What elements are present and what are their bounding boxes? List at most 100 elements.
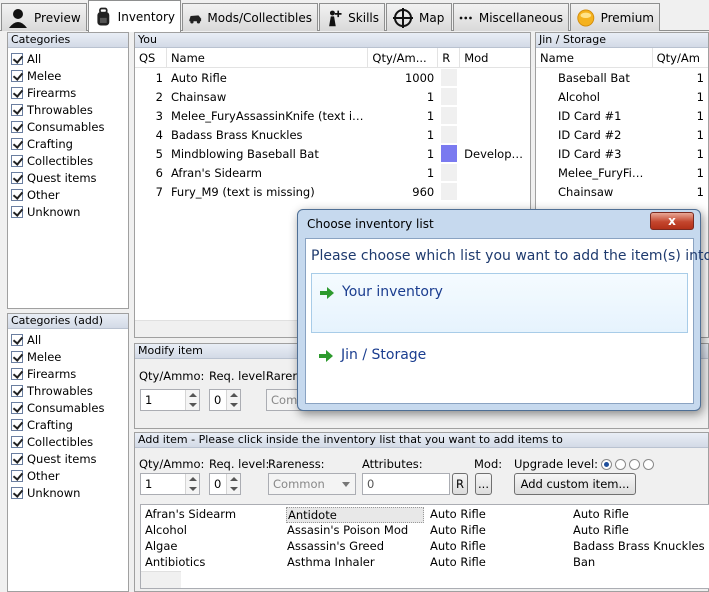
add-list-item[interactable]: Assassin's Greed	[286, 539, 424, 555]
add-list-item[interactable]: Antibiotics	[144, 555, 282, 571]
category-checkbox[interactable]	[11, 205, 23, 218]
category-checkbox[interactable]	[11, 486, 23, 499]
add-list-item[interactable]: Badass Brass Knuckles	[572, 539, 709, 555]
table-row[interactable]: 3 Melee_FuryAssassinKnife (text is ... 1	[135, 106, 530, 125]
dialog-close-button[interactable]: x	[650, 212, 694, 230]
table-row[interactable]: 2 Chainsaw 1	[135, 87, 530, 106]
category-checkbox[interactable]	[11, 350, 23, 363]
upgrade-radio-2[interactable]	[629, 458, 641, 470]
table-row[interactable]: Chainsaw 1	[536, 182, 708, 201]
category-row[interactable]: Collectibles	[11, 152, 125, 169]
table-row[interactable]: 4 Badass Brass Knuckles 1	[135, 125, 530, 144]
category-checkbox[interactable]	[11, 120, 23, 133]
category-checkbox[interactable]	[11, 401, 23, 414]
add-list-item[interactable]: Auto Rifle	[572, 507, 709, 523]
category-row[interactable]: Crafting	[11, 416, 125, 433]
upgrade-radio-3[interactable]	[643, 458, 655, 470]
add-list-item[interactable]: Auto Rifle	[429, 507, 567, 523]
modify-qty-arrows[interactable]	[185, 390, 199, 410]
attributes-field[interactable]: 0	[362, 473, 450, 495]
add-custom-item-button[interactable]: Add custom item...	[514, 473, 636, 495]
category-checkbox[interactable]	[11, 154, 23, 167]
add-list-item[interactable]: Auto Rifle	[429, 539, 567, 555]
mod-picker-button[interactable]: ...	[475, 473, 492, 495]
add-qty-arrows[interactable]	[185, 474, 199, 494]
add-list-item[interactable]: Auto Rifle	[429, 523, 567, 539]
add-list-item[interactable]: Ban	[572, 555, 709, 571]
add-list-horizontal-scrollbar[interactable]	[141, 571, 181, 588]
table-row[interactable]: Alcohol 1	[536, 87, 708, 106]
table-row[interactable]: ID Card #1 1	[536, 106, 708, 125]
upgrade-radio-0[interactable]	[601, 458, 613, 470]
col-name[interactable]: Name	[167, 48, 369, 67]
col-qty[interactable]: Qty/Am...	[368, 48, 439, 67]
upgrade-radio-1[interactable]	[615, 458, 627, 470]
category-row[interactable]: Collectibles	[11, 433, 125, 450]
add-list-item[interactable]: Afran's Sidearm	[144, 507, 282, 523]
category-row[interactable]: Firearms	[11, 365, 125, 382]
category-row[interactable]: Other	[11, 467, 125, 484]
table-row[interactable]: 7 Fury_M9 (text is missing) 960	[135, 182, 530, 201]
add-list-item[interactable]: Antidote	[286, 507, 424, 523]
category-row[interactable]: Unknown	[11, 203, 125, 220]
category-row[interactable]: Throwables	[11, 382, 125, 399]
category-checkbox[interactable]	[11, 333, 23, 346]
category-row[interactable]: Quest items	[11, 450, 125, 467]
add-qty-stepper[interactable]: 1	[140, 473, 200, 495]
category-row[interactable]: Other	[11, 186, 125, 203]
category-row[interactable]: Quest items	[11, 169, 125, 186]
table-row[interactable]: 5 Mindblowing Baseball Bat 1 Developer's m	[135, 144, 530, 163]
add-list-item[interactable]: Algae	[144, 539, 282, 555]
category-row[interactable]: Melee	[11, 348, 125, 365]
add-list-item[interactable]: Assasin's Poison Mod	[286, 523, 424, 539]
category-checkbox[interactable]	[11, 418, 23, 431]
col-rareness[interactable]: R	[438, 48, 461, 67]
category-checkbox[interactable]	[11, 69, 23, 82]
choice-your-inventory[interactable]: Your inventory	[311, 273, 688, 333]
table-row[interactable]: ID Card #2 1	[536, 125, 708, 144]
col-mod[interactable]: Mod	[460, 48, 530, 67]
category-row[interactable]: Unknown	[11, 484, 125, 501]
add-list-item[interactable]: Auto Rifle	[429, 555, 567, 571]
category-checkbox[interactable]	[11, 103, 23, 116]
add-list-item[interactable]: Asthma Inhaler	[286, 555, 424, 571]
table-row[interactable]: 1 Auto Rifle 1000	[135, 68, 530, 87]
choice-storage[interactable]: Jin / Storage	[311, 337, 688, 397]
storage-col-name[interactable]: Name	[536, 48, 653, 67]
category-checkbox[interactable]	[11, 452, 23, 465]
add-list-item[interactable]: Auto Rifle	[572, 523, 709, 539]
category-checkbox[interactable]	[11, 171, 23, 184]
random-attributes-button[interactable]: R	[452, 473, 468, 495]
add-list-item[interactable]: Alcohol	[144, 523, 282, 539]
category-checkbox[interactable]	[11, 384, 23, 397]
col-qs[interactable]: QS	[135, 48, 167, 67]
category-row[interactable]: All	[11, 331, 125, 348]
tab-preview[interactable]: Preview	[1, 3, 87, 31]
category-checkbox[interactable]	[11, 469, 23, 482]
category-checkbox[interactable]	[11, 137, 23, 150]
category-checkbox[interactable]	[11, 86, 23, 99]
category-row[interactable]: Firearms	[11, 84, 125, 101]
category-checkbox[interactable]	[11, 52, 23, 65]
tab-miscellaneous[interactable]: Miscellaneous	[453, 3, 569, 31]
add-rareness-select[interactable]: Common	[268, 473, 356, 495]
modify-req-arrows[interactable]	[226, 390, 240, 410]
modify-req-stepper[interactable]: 0	[209, 389, 241, 411]
category-row[interactable]: Crafting	[11, 135, 125, 152]
tab-premium[interactable]: Premium	[570, 3, 660, 31]
add-req-arrows[interactable]	[226, 474, 240, 494]
table-row[interactable]: 6 Afran's Sidearm 1	[135, 163, 530, 182]
tab-mods-collectibles[interactable]: Mods/Collectibles	[182, 3, 318, 31]
tab-skills[interactable]: Skills	[319, 3, 385, 31]
storage-col-qty[interactable]: Qty/Am	[653, 48, 708, 67]
modify-qty-stepper[interactable]: 1	[140, 389, 200, 411]
category-checkbox[interactable]	[11, 435, 23, 448]
category-row[interactable]: Throwables	[11, 101, 125, 118]
table-row[interactable]: Baseball Bat 1	[536, 68, 708, 87]
table-row[interactable]: ID Card #3 1	[536, 144, 708, 163]
category-row[interactable]: All	[11, 50, 125, 67]
category-checkbox[interactable]	[11, 188, 23, 201]
table-row[interactable]: Melee_FuryFis... 1	[536, 163, 708, 182]
category-checkbox[interactable]	[11, 367, 23, 380]
category-row[interactable]: Consumables	[11, 399, 125, 416]
